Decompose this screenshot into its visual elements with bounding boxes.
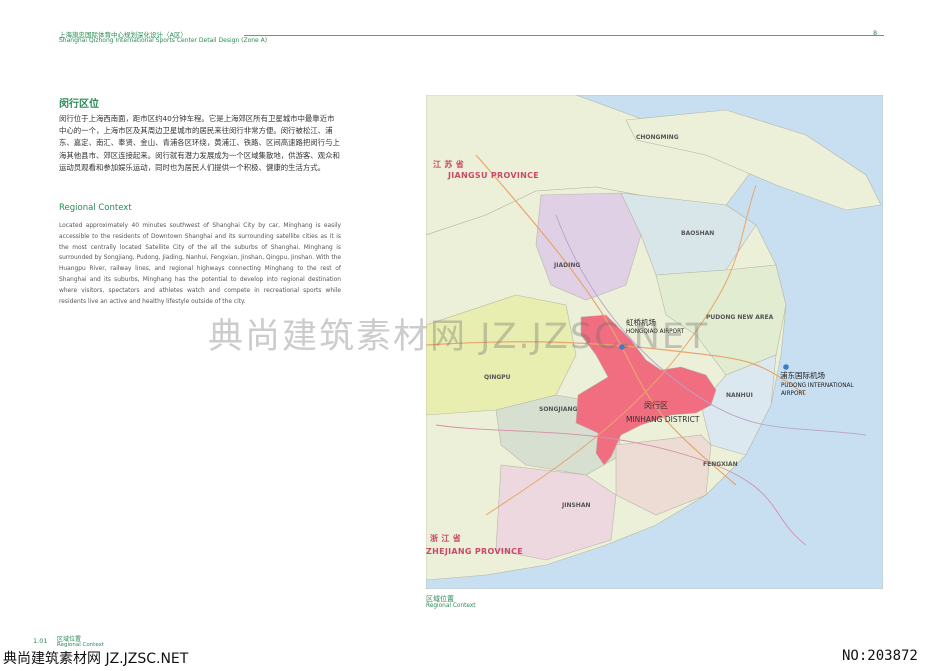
watermark-bottom: 典尚建筑素材网 JZ.JZSC.NET xyxy=(3,651,189,667)
zhejiang-province-label: ZHEJIANG PROVINCE xyxy=(426,547,524,556)
jiangsu-province-label-cn: 江 苏 省 xyxy=(433,160,465,169)
district-label-songjiang: SONGJIANG xyxy=(539,406,578,413)
district-label-jinshan: JINSHAN xyxy=(562,502,591,509)
district-label-pudong: PUDONG NEW AREA xyxy=(706,314,774,321)
pudong-airport-label-en-2: AIRPORT xyxy=(781,391,806,397)
footer-section-number: 1.01 xyxy=(33,637,48,645)
map-caption-en: Regional Context xyxy=(426,603,476,609)
district-label-jiading: JIADING xyxy=(554,262,581,269)
section-body-en: Located approximately 40 minutes southwe… xyxy=(59,223,341,305)
page-number: 8 xyxy=(873,29,878,37)
map-district-jiading xyxy=(535,192,642,301)
section-title-cn: 闵行区位 xyxy=(59,99,99,110)
district-label-fengxian: FENGXIAN xyxy=(703,461,738,468)
header-title-en: Shanghai Qizhong International Sports Ce… xyxy=(59,37,268,44)
district-label-baoshan: BAOSHAN xyxy=(681,230,715,237)
zhejiang-province-label-cn: 浙 江 省 xyxy=(430,534,462,543)
district-label-chongming: CHONGMING xyxy=(636,134,679,141)
watermark-number: NO:203872 xyxy=(842,648,918,664)
header-rule xyxy=(244,35,884,36)
watermark-center: 典尚建筑素材网 JZ.JZSC.NET xyxy=(208,317,710,357)
district-label-qingpu: QINGPU xyxy=(484,374,511,381)
minhang-label-cn: 闵行区 xyxy=(644,401,668,410)
minhang-label-en: MINHANG DISTRICT xyxy=(626,415,700,424)
section-title-en: Regional Context xyxy=(59,203,132,213)
pudong-airport-marker xyxy=(783,364,789,370)
district-label-nanhui: NANHUI xyxy=(726,392,753,399)
pudong-airport-label-en-1: PUDONG INTERNATIONAL xyxy=(781,383,854,389)
section-body-cn: 闵行位于上海西南面，距市区约40分钟车程。它是上海郊区所有卫星城市中最靠近市中心… xyxy=(59,114,340,172)
pudong-airport-label-cn: 浦东国际机场 xyxy=(780,371,825,380)
jiangsu-province-label: JIANGSU PROVINCE xyxy=(448,171,540,180)
